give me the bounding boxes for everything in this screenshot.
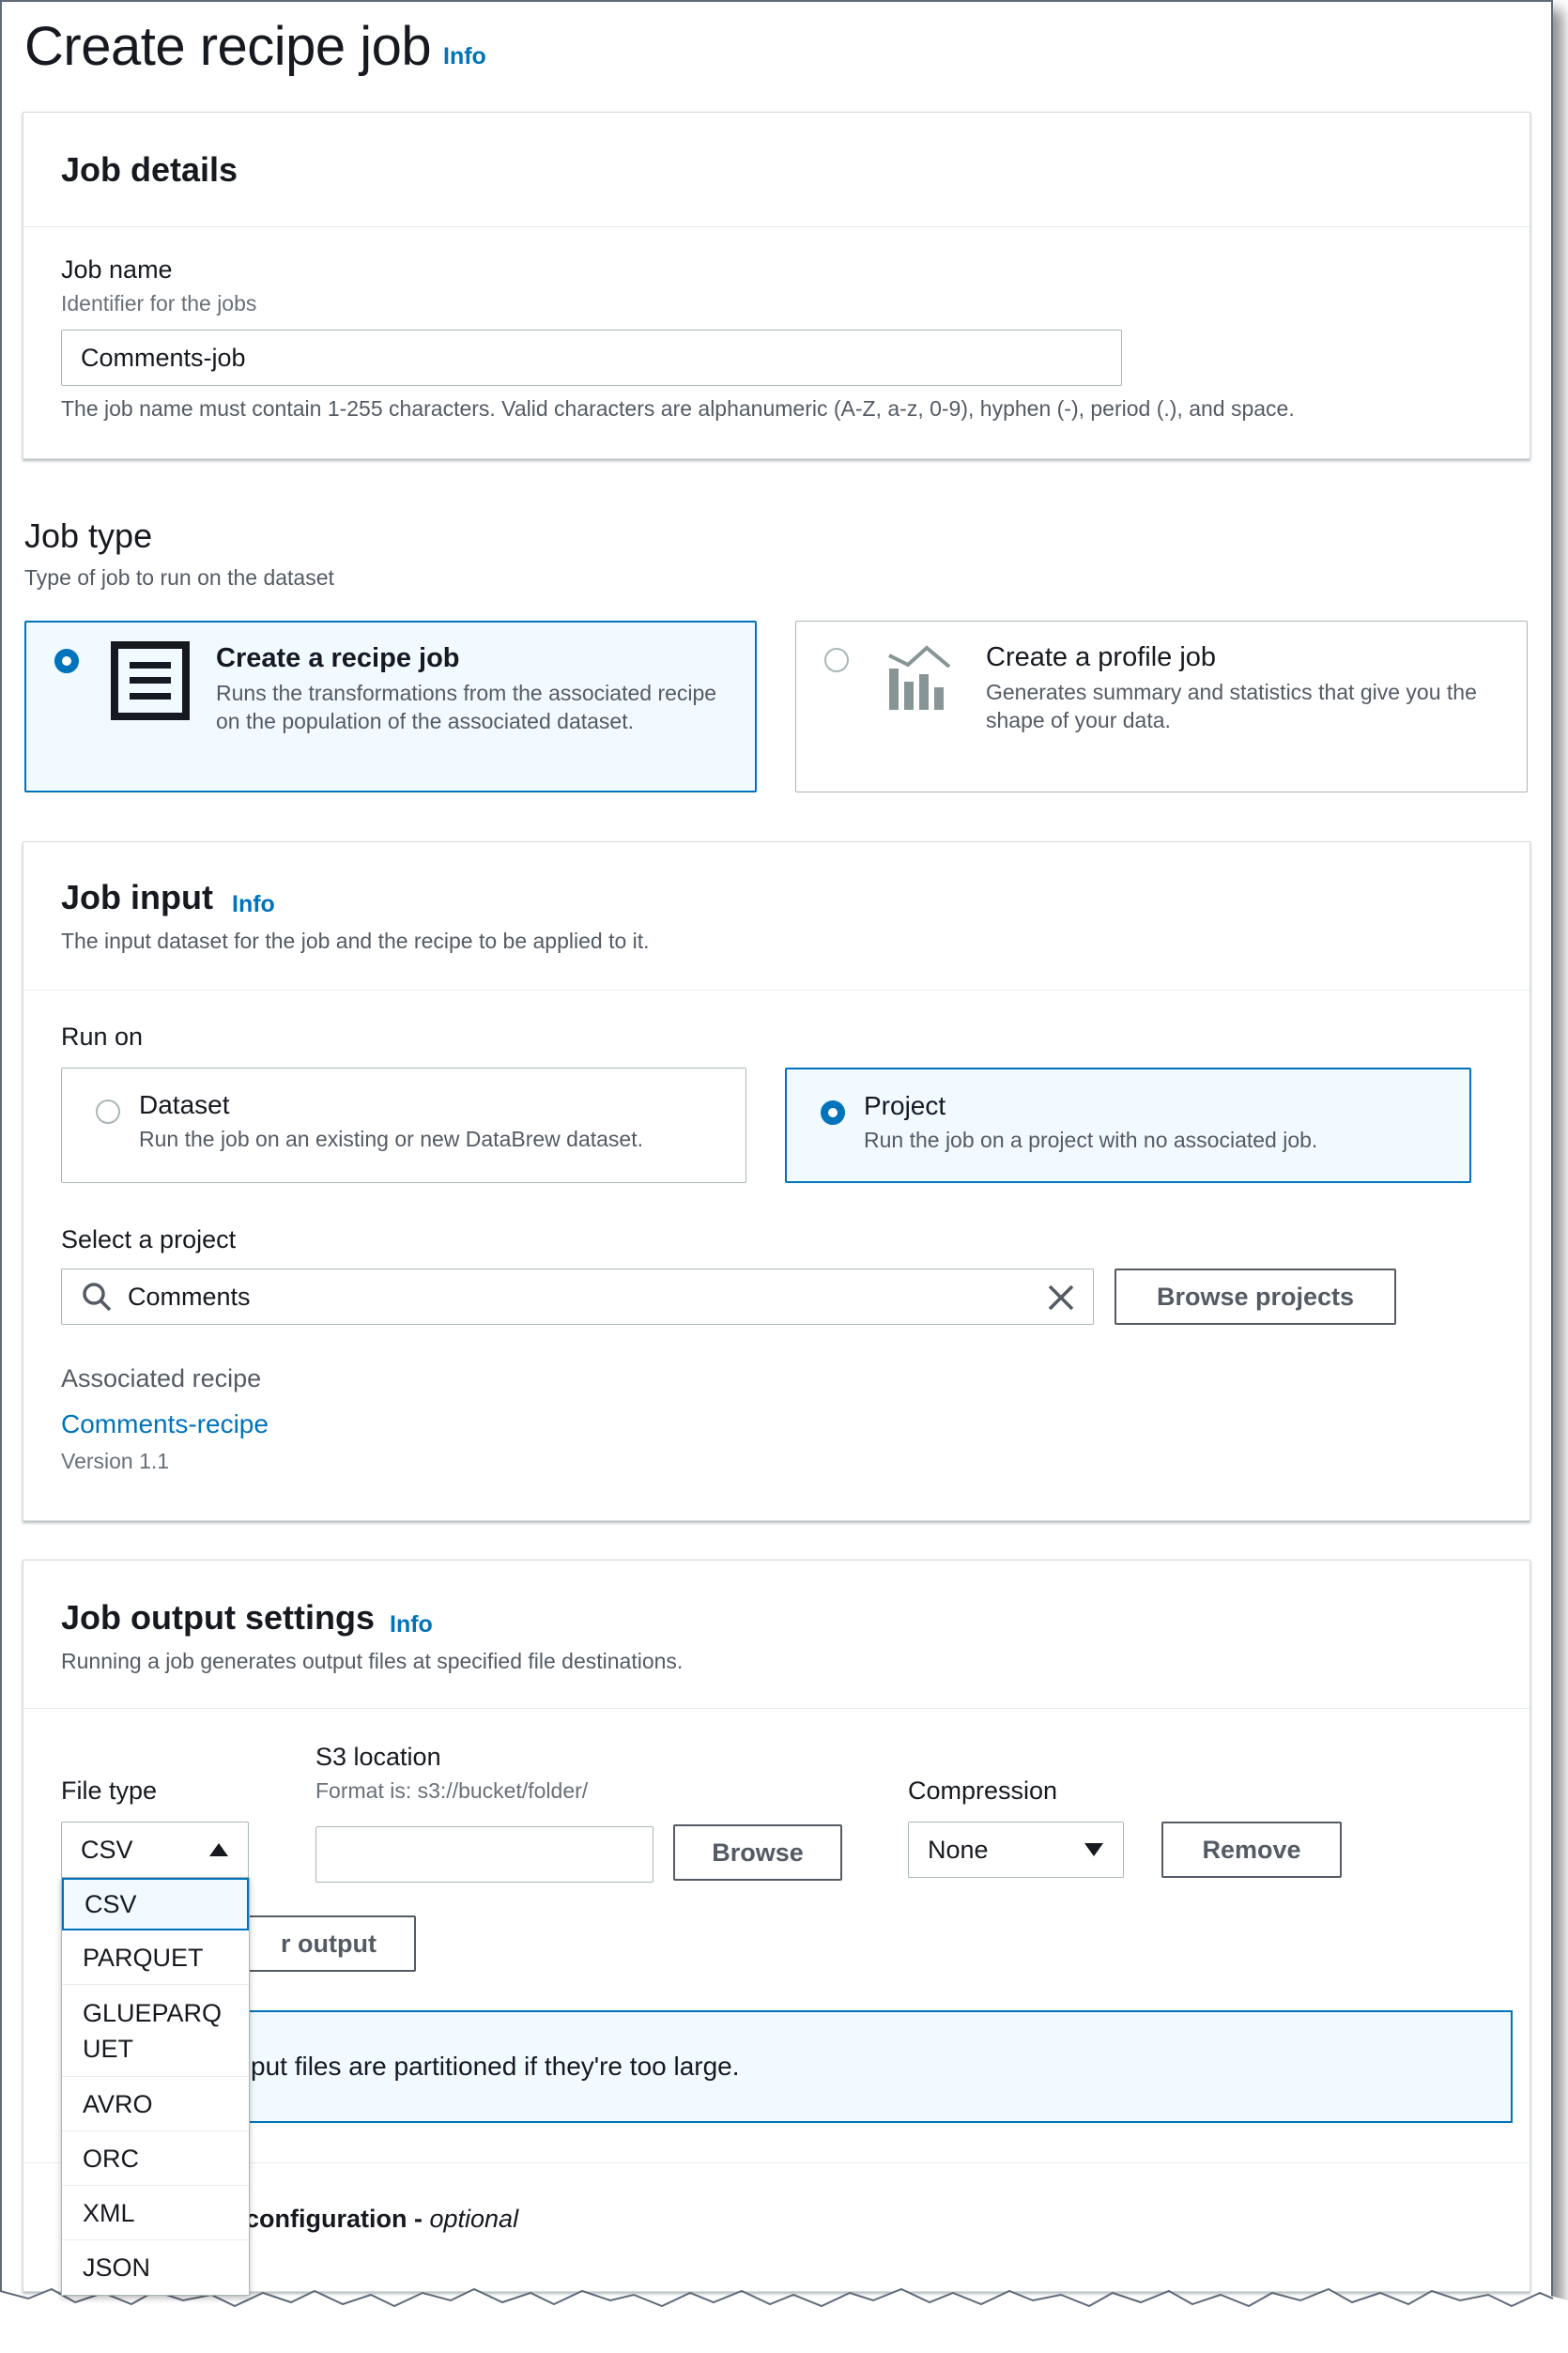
file-type-label: File type — [61, 1776, 158, 1805]
job-output-description: Running a job generates output files at … — [61, 1649, 684, 1673]
job-details-heading: Job details — [61, 150, 238, 189]
remove-button[interactable]: Remove — [1161, 1822, 1342, 1878]
config-optional: optional — [429, 2205, 519, 2233]
job-type-description: Type of job to run on the dataset — [24, 565, 334, 590]
partition-note: put files are partitioned if they're too… — [251, 2052, 740, 2081]
compression-label: Compression — [908, 1776, 1058, 1805]
run-on-tile-project[interactable]: Project Run the job on a project with no… — [785, 1068, 1471, 1183]
run-on-dataset-title: Dataset — [139, 1090, 230, 1119]
select-project-label: Select a project — [61, 1225, 237, 1253]
job-type-recipe-radio[interactable] — [54, 649, 79, 673]
job-type-heading: Job type — [24, 516, 153, 555]
page-frame: Create recipe job Info Job details Job n… — [0, 0, 1553, 2327]
caret-down-icon — [1084, 1843, 1103, 1856]
job-input-header: Job input Info The input dataset for the… — [23, 842, 1530, 991]
project-search-value: Comments — [128, 1282, 251, 1311]
search-icon — [83, 1283, 112, 1312]
job-type-tile-recipe[interactable]: Create a recipe job Runs the transformat… — [24, 621, 757, 792]
job-type-recipe-description: Runs the transformations from the associ… — [216, 681, 717, 733]
run-on-dataset-description: Run the job on an existing or new DataBr… — [139, 1127, 643, 1151]
job-details-header: Job details — [23, 113, 1530, 227]
file-type-option-json[interactable]: JSON — [62, 2240, 249, 2295]
file-type-select[interactable]: CSV — [61, 1822, 249, 1878]
file-type-option-csv[interactable]: CSV — [62, 1878, 249, 1930]
s3-location-format: Format is: s3://bucket/folder/ — [315, 1778, 589, 1803]
browse-button[interactable]: Browse — [673, 1824, 842, 1881]
job-output-header: Job output settings Info Running a job g… — [23, 1561, 1530, 1709]
job-output-heading: Job output settings — [61, 1598, 375, 1637]
job-details-panel: Job details Job name Identifier for the … — [23, 112, 1530, 459]
config-title: configuration — [245, 2205, 407, 2233]
job-name-constraint: The job name must contain 1-255 characte… — [61, 396, 1295, 421]
caret-up-icon — [209, 1843, 228, 1856]
file-type-option-glueparquet[interactable]: GLUEPARQUET — [62, 1985, 249, 2077]
file-type-option-xml[interactable]: XML — [62, 2186, 249, 2240]
run-on-project-description: Run the job on a project with no associa… — [864, 1128, 1318, 1152]
run-on-project-radio[interactable] — [821, 1100, 845, 1125]
file-type-option-orc[interactable]: ORC — [62, 2131, 249, 2186]
recipe-document-icon — [111, 641, 190, 720]
run-on-tile-dataset[interactable]: Dataset Run the job on an existing or ne… — [61, 1068, 746, 1183]
clear-icon[interactable] — [1047, 1284, 1075, 1312]
run-on-project-title: Project — [864, 1091, 946, 1120]
project-search-input[interactable]: Comments — [61, 1269, 1094, 1325]
run-on-dataset-radio[interactable] — [96, 1100, 120, 1124]
config-separator: - — [407, 2205, 430, 2233]
associated-recipe-label: Associated recipe — [61, 1364, 262, 1392]
file-type-dropdown-menu: CSV PARQUET GLUEPARQUET AVRO ORC XML JSO… — [61, 1877, 250, 2296]
page-title: Create recipe job — [24, 16, 432, 77]
job-input-panel: Job input Info The input dataset for the… — [23, 841, 1530, 1521]
job-input-description: The input dataset for the job and the re… — [61, 929, 650, 953]
compression-value: None — [928, 1835, 989, 1864]
job-type-recipe-title: Create a recipe job — [216, 643, 460, 673]
page-info-link[interactable]: Info — [443, 43, 486, 70]
additional-configuration-toggle[interactable]: configuration - optional — [245, 2205, 518, 2234]
run-on-label: Run on — [61, 1023, 144, 1051]
s3-location-label: S3 location — [315, 1743, 441, 1771]
job-type-profile-title: Create a profile job — [986, 642, 1217, 672]
recipe-version: Version 1.1 — [61, 1449, 170, 1473]
job-type-profile-radio[interactable] — [824, 648, 849, 672]
job-name-label: Job name — [61, 255, 173, 284]
file-type-option-parquet[interactable]: PARQUET — [62, 1930, 249, 1985]
partition-info-alert: put files are partitioned if they're too… — [61, 2010, 1513, 2123]
bar-chart-icon — [888, 645, 951, 710]
s3-location-input[interactable] — [315, 1826, 653, 1883]
compression-select[interactable]: None — [908, 1822, 1124, 1878]
browse-projects-button[interactable]: Browse projects — [1115, 1269, 1396, 1325]
job-name-description: Identifier for the jobs — [61, 291, 257, 315]
job-type-profile-description: Generates summary and statistics that gi… — [986, 680, 1477, 732]
job-input-info-link[interactable]: Info — [232, 891, 275, 918]
job-input-heading: Job input — [61, 878, 213, 916]
file-type-option-avro[interactable]: AVRO — [62, 2077, 249, 2131]
job-output-info-link[interactable]: Info — [390, 1611, 433, 1638]
job-name-input[interactable]: Comments-job — [61, 330, 1122, 386]
file-type-value: CSV — [81, 1835, 133, 1864]
job-type-tile-profile[interactable]: Create a profile job Generates summary a… — [795, 621, 1528, 792]
job-name-value: Comments-job — [81, 343, 246, 372]
associated-recipe-link[interactable]: Comments-recipe — [61, 1409, 269, 1439]
